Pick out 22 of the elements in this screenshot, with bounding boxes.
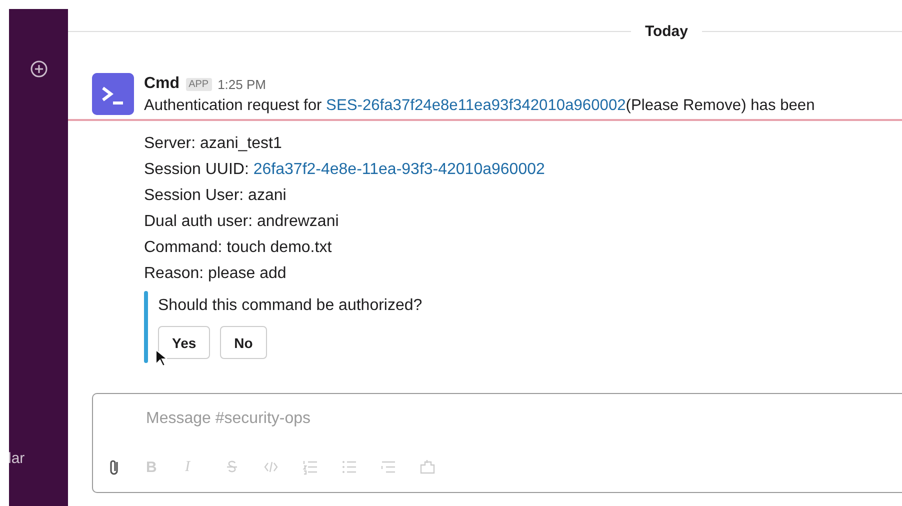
detail-line: Session User: azani [144,186,288,206]
answer-button[interactable]: Yes [158,326,210,359]
message-field[interactable]: Message #security-ops [144,408,548,430]
detail-line: Command: touch demo.txt [144,238,333,258]
date-divider-label: Today [644,22,689,40]
session-link[interactable]: SES-26fa37f24e8e11ea93f342010a960002 [326,97,626,114]
answer-button[interactable]: No [220,326,267,359]
add-icon[interactable] [30,60,48,78]
terminal-avatar-icon[interactable] [92,73,134,115]
app-badge: APP [186,78,212,90]
detail-line: Dual auth user: andrewzani [144,212,340,232]
question-text: Should this command be authorized? [158,296,424,316]
sidebar-item[interactable]: lar [8,450,25,467]
detail-line: Session UUID: 26fa37f2-4e8e-11ea-93f3-42010a960002 [144,160,546,180]
sender-name[interactable]: Cmd [144,75,180,93]
uuid-link[interactable]: 26fa37f2-4e8e-11ea-93f3-42010a960002 [253,161,545,178]
detail-line: Server: azani_test1 [144,134,283,154]
message-time[interactable]: 1:25 PM [218,76,266,92]
detail-line: Reason: please add [144,264,288,284]
message-text: Authentication request for SES-26fa37f24e8e11ea93f342010a960002(Please Remove) has been [144,96,816,116]
attachment-bar [144,291,148,363]
mouse-pointer-icon [155,349,167,367]
